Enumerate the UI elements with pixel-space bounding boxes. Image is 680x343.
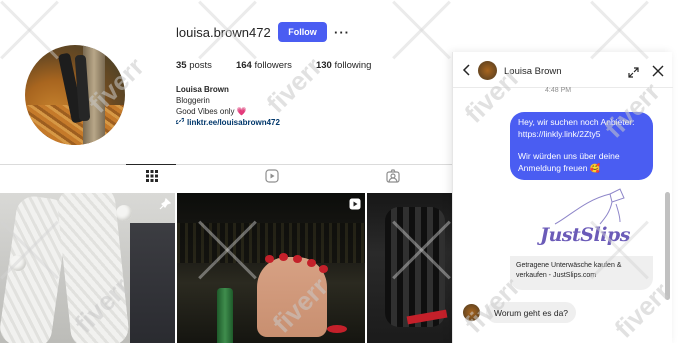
- bio-line: Bloggerin: [176, 96, 210, 105]
- post-image-toe: [265, 255, 274, 263]
- post-image-pompom: [10, 255, 26, 271]
- more-options-icon[interactable]: ···: [334, 22, 350, 42]
- link-preview-card[interactable]: JustSlips Getragene Unterwäsche kaufen &…: [510, 184, 653, 290]
- followers-count: 164: [235, 60, 252, 71]
- following-stat[interactable]: 130 following: [316, 60, 371, 71]
- link-icon: [175, 117, 185, 128]
- post-image-toe: [279, 253, 288, 261]
- bio-line: Good Vibes only 💗: [176, 107, 247, 116]
- following-count: 130: [315, 60, 332, 71]
- chat-window: Louisa Brown 4:48 PM Hey, wir suchen noc…: [452, 52, 673, 343]
- profile-full-name: Louisa Brown: [176, 85, 229, 94]
- post-image-chair: [130, 223, 175, 343]
- chat-contact-name[interactable]: Louisa Brown: [504, 66, 562, 77]
- posts-count: 35: [176, 60, 187, 71]
- chat-header: Louisa Brown: [453, 52, 673, 88]
- tab-posts[interactable]: [144, 170, 160, 186]
- follow-button[interactable]: Follow: [278, 22, 327, 42]
- incoming-avatar: [463, 304, 480, 321]
- profile-bio: Louisa Brown Bloggerin Good Vibes only 💗…: [175, 84, 280, 128]
- post-image-toe: [319, 265, 328, 273]
- post-image-foot: [257, 257, 327, 337]
- link-preview-image: JustSlips: [510, 184, 653, 256]
- grid-post[interactable]: [367, 193, 452, 343]
- post-image-pompom: [116, 205, 132, 221]
- brand-illustration-icon: [554, 188, 625, 225]
- expand-icon[interactable]: [628, 65, 639, 78]
- link-preview-text: Getragene Unterwäsche kaufen & verkaufen…: [510, 256, 653, 290]
- post-image-toe: [327, 325, 347, 333]
- profile-stats: 35 posts 164 followers 130 following: [176, 60, 395, 71]
- followers-stat[interactable]: 164 followers: [236, 60, 292, 71]
- bio-link[interactable]: linktr.ee/louisabrown472: [175, 117, 280, 128]
- message-link[interactable]: https://linkly.link/2Zty5: [518, 129, 645, 141]
- incoming-message[interactable]: Worum geht es da?: [486, 302, 577, 323]
- brand-logo: JustSlips: [540, 224, 630, 246]
- tagged-icon: [386, 168, 400, 188]
- message-gap: [518, 140, 645, 151]
- post-image-texture: [385, 207, 445, 327]
- reel-play-icon: [349, 197, 361, 210]
- message-timestamp: 4:48 PM: [545, 87, 572, 94]
- tab-tagged[interactable]: [385, 168, 401, 188]
- post-image-toe: [293, 255, 302, 263]
- back-arrow-icon[interactable]: [461, 63, 473, 77]
- followers-label: followers: [254, 60, 292, 71]
- grid-post[interactable]: [0, 193, 175, 343]
- grid-post[interactable]: [177, 193, 365, 343]
- bio-link-text: linktr.ee/louisabrown472: [187, 118, 280, 127]
- close-icon[interactable]: [652, 64, 664, 77]
- grid-icon: [146, 169, 158, 187]
- chat-scrollbar[interactable]: [665, 192, 670, 300]
- outgoing-message[interactable]: Hey, wir suchen noch Anbieter: https://l…: [510, 112, 653, 180]
- following-label: following: [334, 60, 372, 71]
- message-line: Wir würden uns über deine Anmeldung freu…: [518, 151, 620, 173]
- active-tab-indicator: [126, 164, 176, 165]
- profile-username: louisa.brown472: [176, 25, 271, 40]
- watermark-mark: [392, 0, 452, 60]
- tab-reels[interactable]: [264, 168, 280, 188]
- watermark-mark: [590, 0, 650, 60]
- posts-label: posts: [189, 60, 212, 71]
- profile-avatar[interactable]: [25, 45, 125, 145]
- pin-icon: [159, 197, 172, 210]
- post-image-toe: [307, 259, 316, 267]
- tabs-divider: [0, 164, 452, 165]
- chat-avatar[interactable]: [478, 61, 497, 80]
- posts-stat[interactable]: 35 posts: [176, 60, 212, 71]
- post-image-bottle: [217, 288, 233, 343]
- reels-icon: [265, 168, 279, 188]
- message-line: Hey, wir suchen noch Anbieter:: [518, 117, 635, 127]
